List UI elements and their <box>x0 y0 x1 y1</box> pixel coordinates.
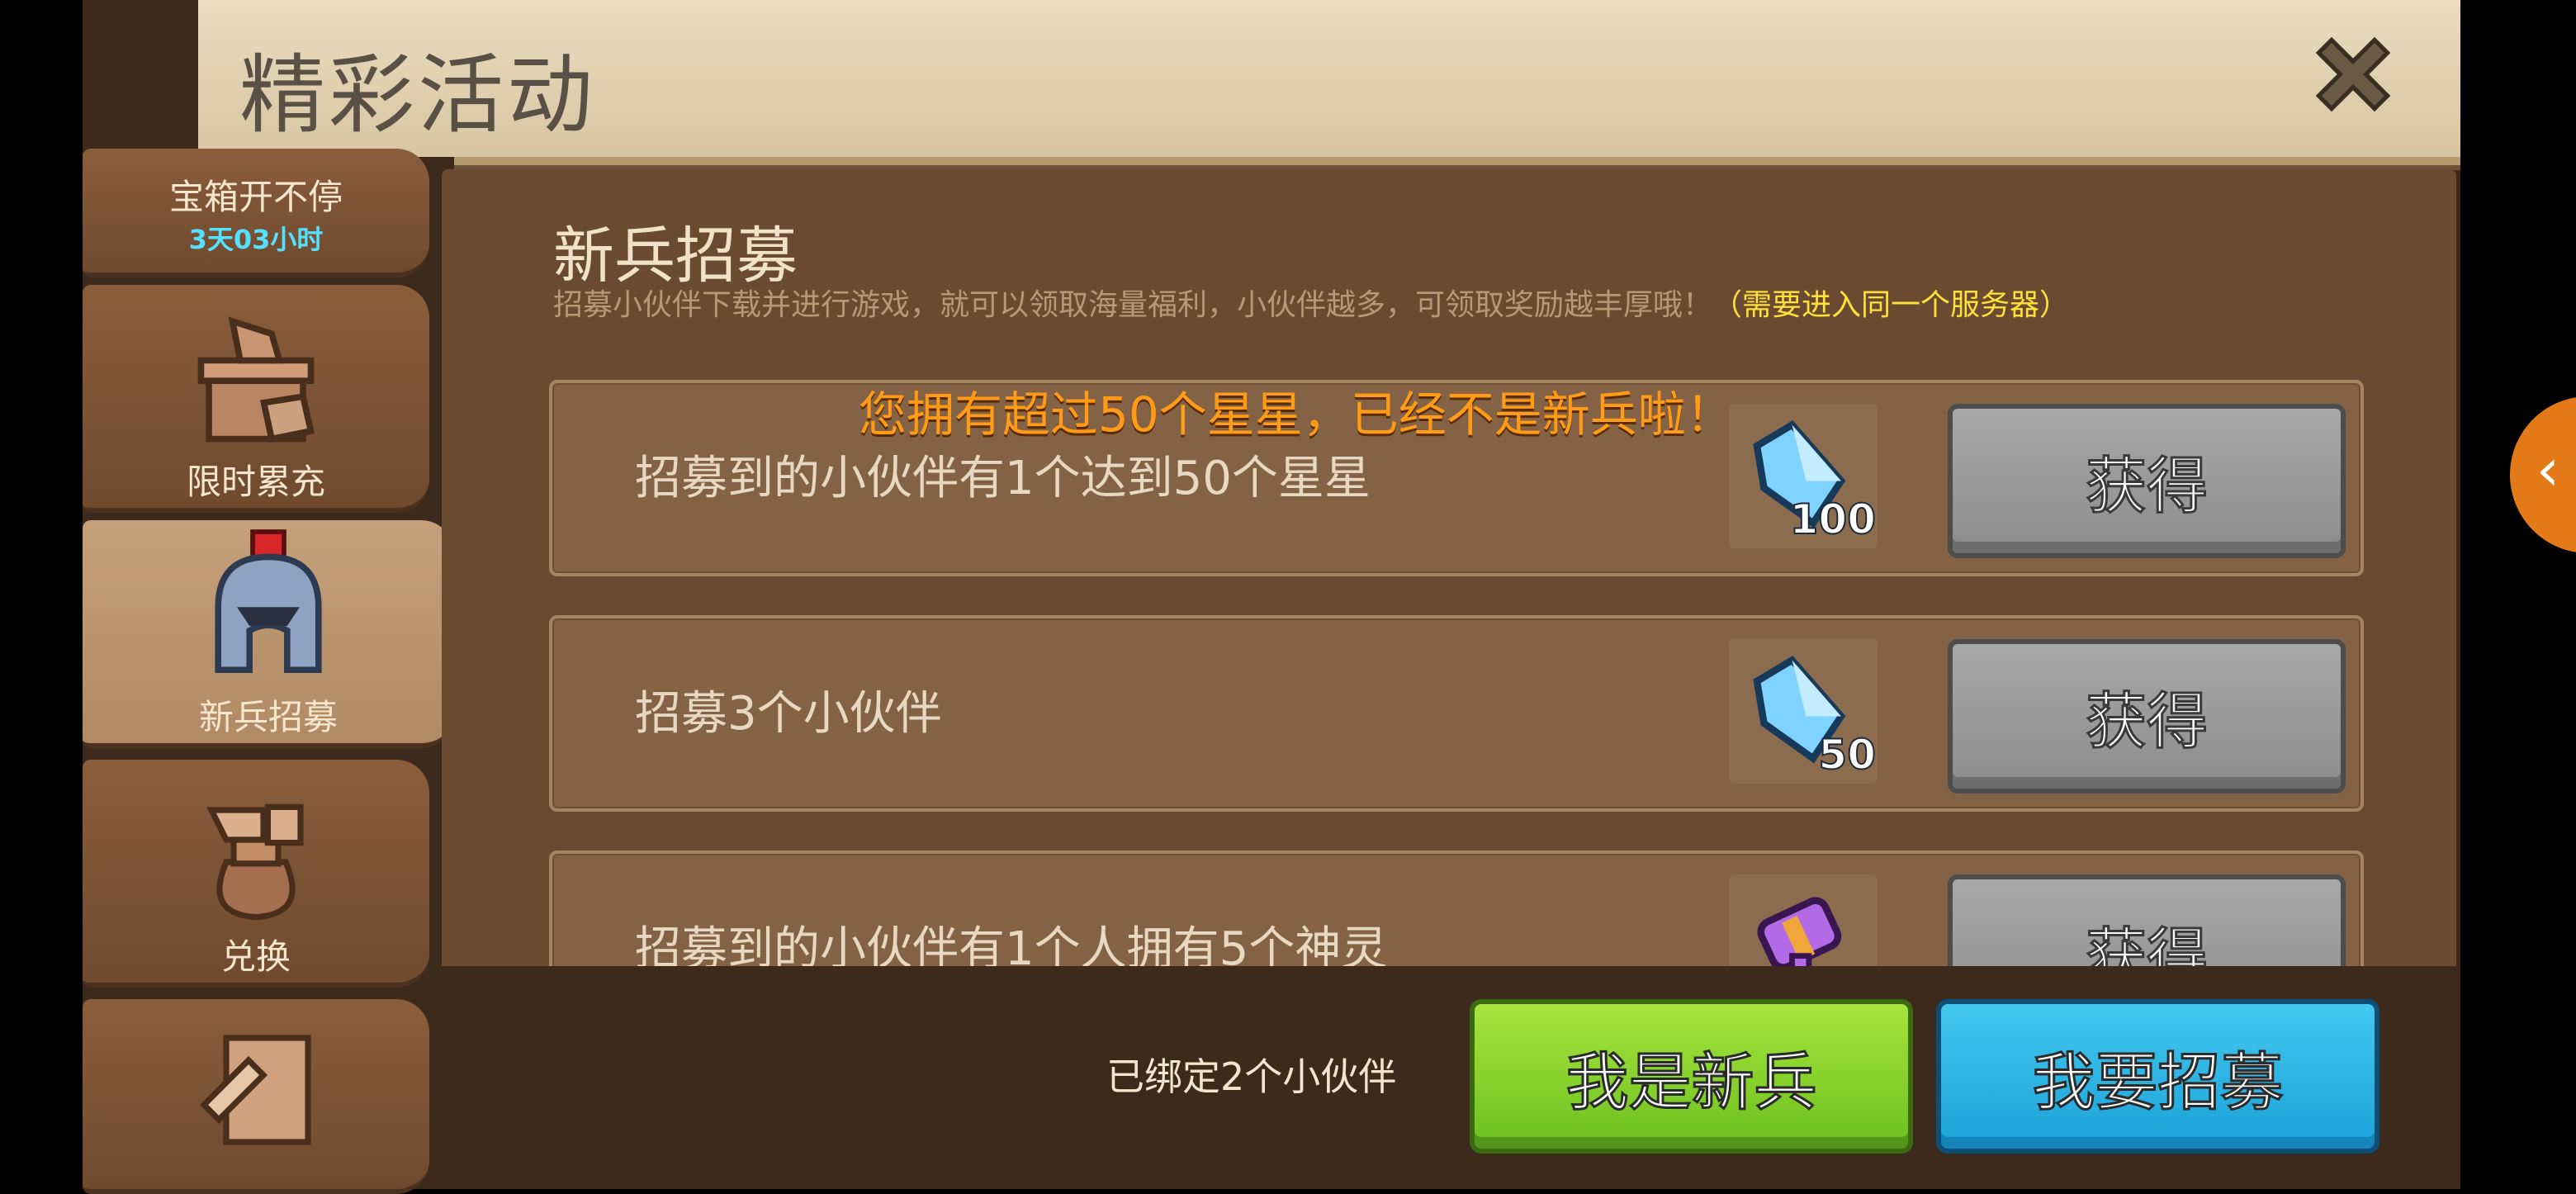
reward-item: 50 <box>1729 639 1878 784</box>
sidebar-item-scroll[interactable] <box>83 999 429 1194</box>
task-row: 招募3个小伙伴 50 获得 <box>549 615 2364 812</box>
task-list[interactable]: 招募到的小伙伴有1个达到50个星星 100 获得 招募3个小伙伴 50 获得 招… <box>0 0 2576 966</box>
reward-amount: 100 <box>1789 495 1877 544</box>
task-text: 招募到的小伙伴有1个人拥有5个神灵 <box>635 922 1388 966</box>
reward-amount: 50 <box>1817 730 1877 779</box>
reward-item <box>1729 874 1878 966</box>
hammer-icon <box>1757 897 1842 966</box>
claim-button[interactable]: 获得 <box>1948 874 2346 966</box>
warning-message: 您拥有超过50个星星，已经不是新兵啦！ <box>859 386 1734 443</box>
chevron-left-icon: ‹ <box>2536 436 2559 504</box>
claim-button[interactable]: 获得 <box>1948 639 2346 794</box>
task-row: 招募到的小伙伴有1个人拥有5个神灵 获得 <box>549 850 2364 966</box>
reward-item: 100 <box>1729 404 1878 548</box>
scroll-quill-icon <box>199 1035 311 1145</box>
game-screen: 精彩活动 宝箱开不停 3天03小时 限时累充 新兵招募 兑换 新兵招募 招募小伙… <box>0 0 2576 1194</box>
task-text: 招募3个小伙伴 <box>635 687 942 741</box>
recruit-button[interactable]: 我要招募 <box>1936 999 2379 1154</box>
claim-button[interactable]: 获得 <box>1948 404 2346 558</box>
bound-count-text: 已绑定2个小伙伴 <box>1106 1054 1397 1099</box>
task-text: 招募到的小伙伴有1个达到50个星星 <box>635 452 1371 505</box>
newbie-button[interactable]: 我是新兵 <box>1470 999 1913 1154</box>
